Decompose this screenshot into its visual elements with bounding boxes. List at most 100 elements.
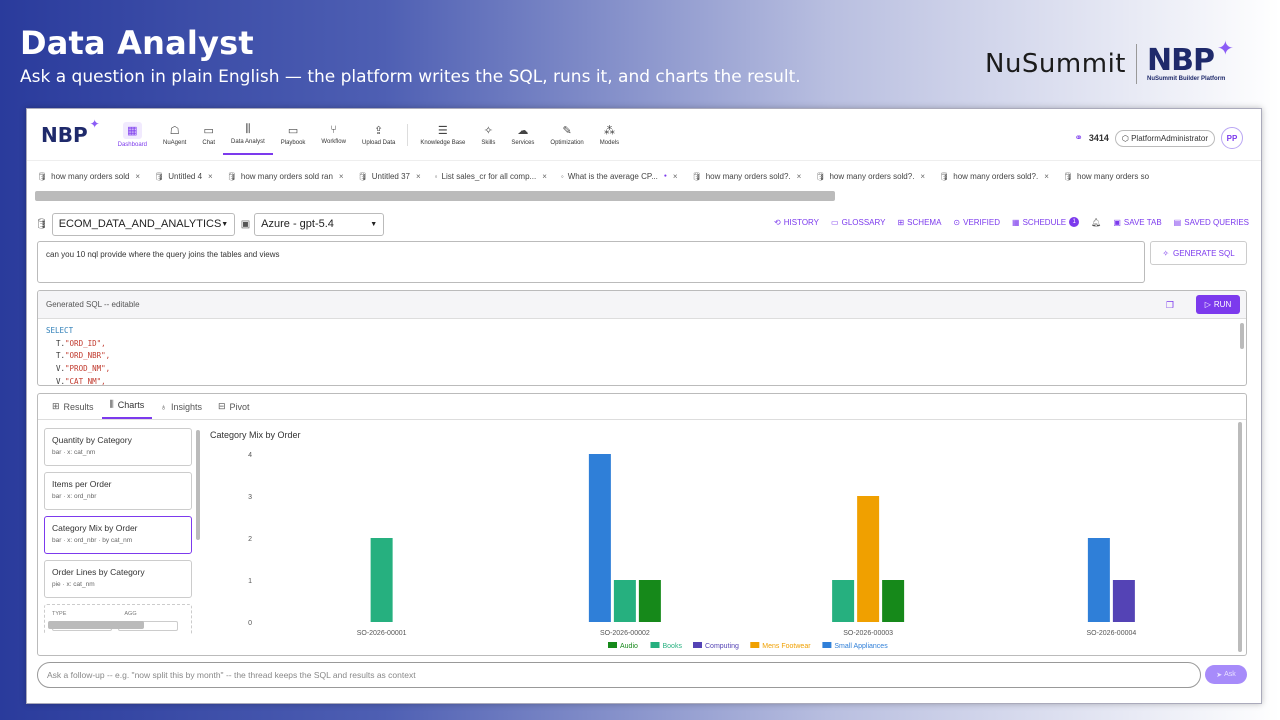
run-button[interactable]: ▷ RUN xyxy=(1196,295,1240,314)
bar[interactable] xyxy=(588,454,611,622)
upload-icon: ⇪ xyxy=(374,124,384,137)
save-tab-button[interactable]: ▣ SAVE TAB xyxy=(1113,218,1161,227)
nav-item-skills[interactable]: ✧ Skills xyxy=(473,115,503,155)
nav-item-nuagent[interactable]: ☖ NuAgent xyxy=(155,115,194,155)
sql-editor[interactable]: SELECT T."ORD_ID", T."ORD_NBR", V."PROD_NM… xyxy=(38,319,1246,386)
verified-button[interactable]: ⊙ VERIFIED xyxy=(953,218,1000,227)
chevron-down-icon: ▼ xyxy=(221,220,229,228)
sql-alias: V. xyxy=(56,376,66,386)
followup-input[interactable]: Ask a follow-up -- e.g. "now split this … xyxy=(37,662,1201,688)
sql-scrollbar[interactable] xyxy=(1240,323,1244,349)
bar[interactable] xyxy=(857,496,880,622)
tab-results[interactable]: ⊞ Results xyxy=(44,401,102,419)
nav-item-models[interactable]: ⁂ Models xyxy=(592,115,627,155)
close-icon[interactable]: × xyxy=(208,172,213,181)
close-icon[interactable]: × xyxy=(797,172,802,181)
bar[interactable] xyxy=(638,580,661,622)
glossary-button[interactable]: ▭ GLOSSARY xyxy=(831,218,885,227)
legend-label: Small Appliances xyxy=(834,643,888,650)
nav-item-upload-data[interactable]: ⇪ Upload Data xyxy=(354,115,403,155)
close-icon[interactable]: × xyxy=(339,172,344,181)
nav-item-workflow[interactable]: ⑂ Workflow xyxy=(313,115,354,155)
query-tab[interactable]: 🛢︎ how many orders sold?. × xyxy=(692,172,802,181)
bell-icon[interactable]: 🔔︎ xyxy=(1091,218,1101,227)
bar[interactable] xyxy=(1087,538,1110,622)
role-selector[interactable]: ⬡ PlatformAdministrator xyxy=(1114,129,1215,147)
database-icon: 🛢︎ xyxy=(939,171,950,181)
query-tab[interactable]: 🛢︎ Untitled 4 × xyxy=(154,172,213,181)
nav-item-playbook[interactable]: ▭ Playbook xyxy=(273,115,314,155)
app-logo[interactable]: NBP ✦ xyxy=(41,117,100,147)
query-tab[interactable]: 🛢︎ how many orders sold?. × xyxy=(939,172,1049,181)
model-select[interactable]: Azure - gpt-5.4 ▼ xyxy=(254,212,385,236)
nav-separator xyxy=(407,123,409,146)
send-icon: ➤ xyxy=(1216,671,1223,679)
close-icon[interactable]: × xyxy=(920,172,925,181)
schema-button[interactable]: ⊞ SCHEMA xyxy=(897,218,941,227)
legend-swatch xyxy=(822,642,832,648)
nav-item-optimization[interactable]: ✎ Optimization xyxy=(542,115,591,155)
nav-item-dashboard[interactable]: ▦ Dashboard xyxy=(110,115,155,155)
bar[interactable] xyxy=(1112,580,1135,622)
generate-sql-button[interactable]: ✧ GENERATE SQL xyxy=(1150,241,1247,265)
nav-item-data-analyst[interactable]: ⫼ Data Analyst xyxy=(223,115,273,155)
chart-card[interactable]: Quantity by Category bar · x: cat_nm xyxy=(44,428,192,466)
y-tick-label: 1 xyxy=(248,578,252,585)
tab-charts[interactable]: ⫼ Charts xyxy=(101,399,153,419)
legend-swatch xyxy=(608,642,617,648)
y-tick-label: 2 xyxy=(248,536,252,543)
database-select[interactable]: ECOM_DATA_AND_ANALYTICS ▼ xyxy=(51,212,235,236)
close-icon[interactable]: × xyxy=(673,172,678,181)
chart-card-meta: bar · x: ord_nbr xyxy=(52,493,97,500)
chart-list-scrollbar[interactable] xyxy=(196,430,200,540)
query-tab[interactable]: 🛢︎ how many orders sold ran × xyxy=(227,172,344,181)
sql-lines: T."ORD_ID", T."ORD_NBR", V."PROD_NM", V."CA… xyxy=(46,338,1238,386)
chart-card[interactable]: Order Lines by Category pie · x: cat_nm xyxy=(44,560,192,598)
ask-button[interactable]: ➤ Ask xyxy=(1205,665,1247,684)
grid-icon: ▦ xyxy=(123,121,142,139)
close-icon[interactable]: × xyxy=(542,172,547,181)
sql-keyword: SELECT xyxy=(46,326,74,335)
chart-scrollbar[interactable] xyxy=(1238,422,1242,652)
tab-label: how many orders sold?. xyxy=(953,171,1039,181)
copy-icon[interactable]: ❐ xyxy=(1166,300,1174,311)
bar[interactable] xyxy=(882,580,905,622)
tab-pivot[interactable]: ⊟ Pivot xyxy=(210,401,258,419)
query-tab[interactable]: 🛢︎ how many orders sold × xyxy=(37,172,140,181)
nav-item-knowledge-base[interactable]: ☰ Knowledge Base xyxy=(412,115,473,155)
query-tab[interactable]: 🛢︎ how many orders so xyxy=(1063,172,1149,181)
saved-queries-button[interactable]: ▤ SAVED QUERIES xyxy=(1174,218,1249,227)
bar[interactable] xyxy=(832,580,855,622)
sql-panel: Generated SQL -- editable ❐ ▷ RUN SELECT … xyxy=(37,290,1247,386)
avatar[interactable]: PP xyxy=(1221,127,1243,149)
bar-chart-icon: ⫼ xyxy=(109,399,114,409)
bar[interactable] xyxy=(370,538,393,622)
close-icon[interactable]: × xyxy=(1044,172,1049,181)
tab-label: how many orders sold ran xyxy=(240,171,333,181)
history-button[interactable]: ⟲ HISTORY xyxy=(774,218,819,227)
close-icon[interactable]: × xyxy=(416,172,421,181)
schedule-button[interactable]: ▦ SCHEDULE 1 xyxy=(1012,217,1080,227)
query-tab[interactable]: 🛢︎ Untitled 37 × xyxy=(358,172,421,181)
tab-insights[interactable]: ♁ Insights xyxy=(152,402,210,419)
chart-card-name: Order Lines by Category xyxy=(52,567,145,577)
chart-card-selected[interactable]: Category Mix by Order bar · x: ord_nbr · … xyxy=(44,516,192,554)
close-icon[interactable]: × xyxy=(135,172,140,181)
tab-label: how many orders sold?. xyxy=(705,171,791,181)
nav-item-services[interactable]: ☁ Services xyxy=(503,115,542,155)
query-tab[interactable]: 🛢︎ how many orders sold?. × xyxy=(815,172,925,181)
play-icon: ▷ xyxy=(1204,300,1211,309)
tabs-scrollbar[interactable] xyxy=(35,191,835,201)
bar[interactable] xyxy=(613,580,636,622)
y-tick-label: 0 xyxy=(248,620,252,627)
chart-list-hscrollbar[interactable] xyxy=(48,621,144,629)
query-tab[interactable]: ◦ What is the average CP... ● × xyxy=(561,172,678,181)
query-tab[interactable]: ◦ List sales_cr for all comp... × xyxy=(435,172,547,181)
sql-header: Generated SQL -- editable ❐ ▷ RUN xyxy=(38,291,1246,319)
modified-dot-icon: ● xyxy=(663,173,667,179)
chart-card[interactable]: Items per Order bar · x: ord_nbr xyxy=(44,472,192,510)
question-input[interactable]: can you 10 nql provide where the query j… xyxy=(37,241,1145,283)
tab-insights-label: Insights xyxy=(170,402,202,412)
nav-item-chat[interactable]: ▭ Chat xyxy=(194,115,223,155)
agg-label: AGG xyxy=(124,611,137,617)
